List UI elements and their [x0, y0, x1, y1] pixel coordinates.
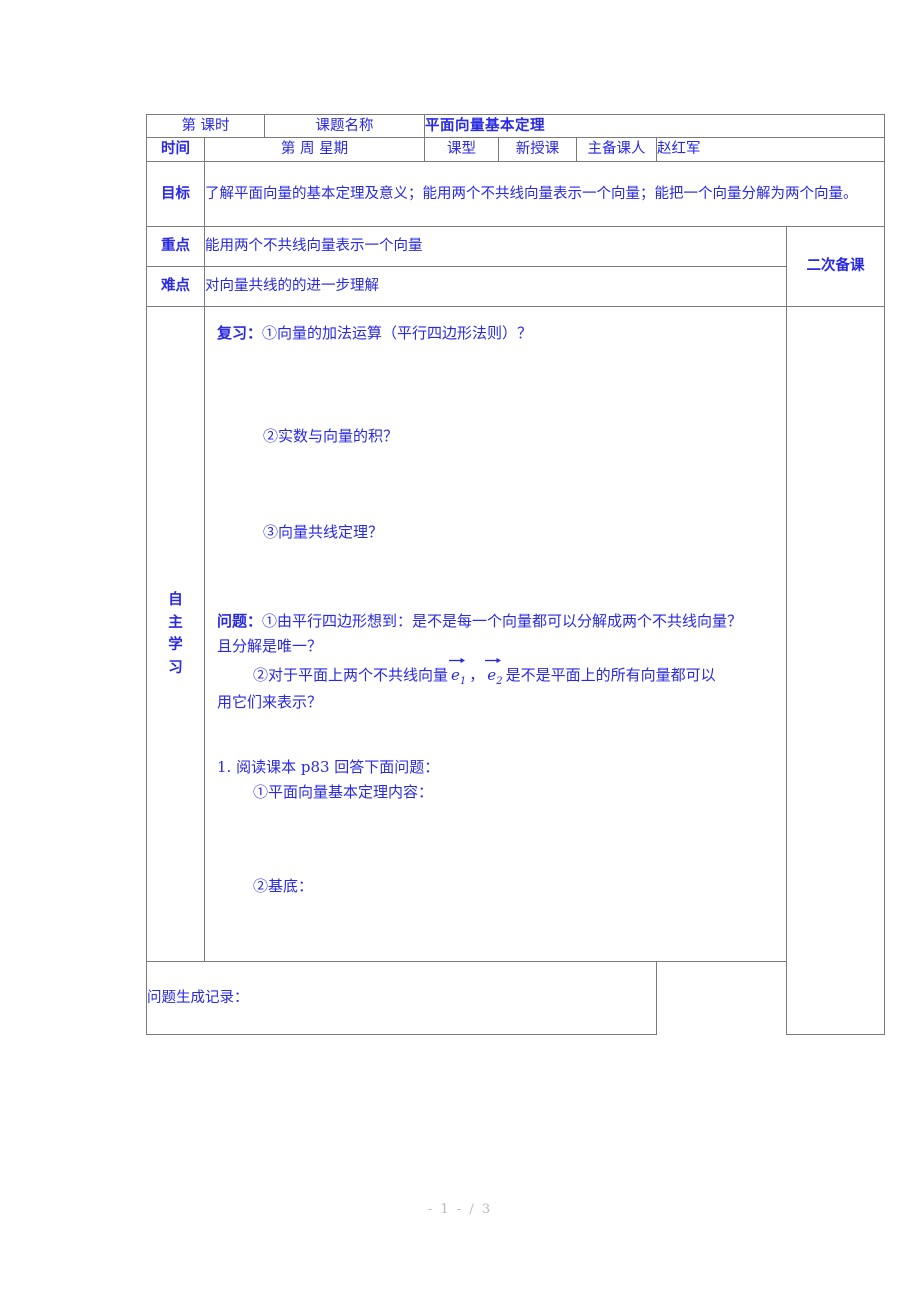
review-item-3: ③向量共线定理？ [263, 523, 384, 542]
key-point-label: 重点 [146, 225, 205, 267]
page-title: 平面向量基本定理 [424, 113, 886, 139]
spacer-reading [217, 804, 776, 874]
table-row-keypoint: 重点 能用两个不共线向量表示一个向量 二次备课 [146, 225, 886, 307]
review-item-1: ①向量的加法运算（平行四边形法则）？ [262, 323, 533, 342]
vector-e1-sub: 1 [459, 675, 467, 687]
document-page: 第 课时 课题名称 平面向量基本定理 时间 第 周 星期 课型 新授课 主备课人… [0, 0, 920, 1302]
side-char-1: 自 [168, 591, 183, 609]
table-row-record: 问题生成记录： [145, 961, 885, 1036]
self-study-content: 复习：①向量的加法运算（平行四边形法则）？ ②实数与向量的积？ ③向量共线定理？… [203, 305, 788, 963]
spacer-questions [217, 715, 776, 755]
self-study-body: 复习：①向量的加法运算（平行四边形法则）？ ②实数与向量的积？ ③向量共线定理？… [205, 307, 786, 961]
preparer-value: 赵红军 [656, 137, 886, 162]
key-point-text: 能用两个不共线向量表示一个向量 [203, 225, 788, 267]
lesson-plan-table: 第 课时 课题名称 平面向量基本定理 时间 第 周 星期 课型 新授课 主备课人… [145, 113, 886, 1036]
reading-lead: 1. 阅读课本 p83 回答下面问题： [217, 757, 440, 776]
review-item-2: ②实数与向量的积？ [263, 426, 399, 445]
week-day-label: 第 周 星期 [203, 137, 426, 162]
preparer-label: 主备课人 [576, 137, 658, 162]
reading-item-2: ②基底： [253, 877, 314, 896]
review-lead: 复习： [217, 323, 263, 342]
question-2-line-2: 用它们来表示？ [217, 693, 323, 712]
class-type-value: 新授课 [498, 137, 578, 162]
question-1-line-1: ①由平行四边形想到：是不是每一个向量都可以分解成两个不共线向量？ [262, 612, 743, 631]
vector-e2-sub: 2 [496, 675, 503, 687]
record-label: 问题生成记录： [145, 961, 658, 1036]
question-2-prefix: ②对于平面上两个不共线向量 [253, 665, 449, 684]
second-prep-label: 二次备课 [786, 225, 886, 307]
spacer-review-2 [217, 448, 776, 520]
difficulty-text: 对向量共线的的进一步理解 [203, 265, 788, 307]
side-char-3: 学 [168, 636, 183, 654]
question-2-suffix: 是不是平面上的所有向量都可以 [505, 665, 716, 684]
goal-text: 了解平面向量的基本定理及意义；能用两个不共线向量表示一个向量；能把一个向量分解为… [203, 160, 886, 227]
period-label: 第 课时 [145, 113, 266, 139]
question-1-line-2: 且分解是唯一？ [217, 636, 323, 655]
sidebar-label-self-study: 自 主 学 习 [146, 305, 205, 963]
spacer-review-1 [217, 346, 776, 424]
time-label: 时间 [146, 137, 205, 162]
difficulty-label: 难点 [146, 265, 205, 307]
table-row-course-title: 第 课时 课题名称 平面向量基本定理 [145, 113, 886, 139]
table-row-self-study: 自 主 学 习 复习：①向量的加法运算（平行四边形法则）？ ②实数与向量的积？ … [146, 305, 886, 1036]
vector-e2: e2 [485, 657, 504, 691]
side-char-4: 习 [168, 658, 183, 676]
questions-lead: 问题： [217, 612, 263, 631]
vector-e1-letter: e [451, 665, 460, 684]
spacer-review-3 [217, 545, 776, 609]
spacer-bottom [217, 899, 776, 951]
questions-block: 问题：①由平行四边形想到：是不是每一个向量都可以分解成两个不共线向量？ [217, 609, 776, 634]
vector-e1: e1 [449, 657, 468, 691]
question-2-line-1: ②对于平面上两个不共线向量 e1， e2 是不是平面上的所有向量都可以 [217, 657, 776, 691]
side-char-2: 主 [168, 613, 183, 631]
reading-item-1: ①平面向量基本定理内容： [253, 782, 434, 801]
review-block: 复习：①向量的加法运算（平行四边形法则）？ [217, 321, 776, 346]
table-row-goal: 目标 了解平面向量的基本定理及意义；能用两个不共线向量表示一个向量；能把一个向量… [146, 160, 886, 227]
table-row-difficulty: 难点 对向量共线的的进一步理解 [146, 265, 885, 307]
class-type-label: 课型 [424, 137, 500, 162]
second-prep-column [786, 305, 886, 1036]
question-2-separator: ， [469, 665, 485, 684]
goal-label: 目标 [146, 160, 205, 227]
vector-e2-letter: e [487, 665, 497, 684]
page-footer: - 1 - / 3 [427, 1202, 493, 1217]
table-row-meta: 时间 第 周 星期 课型 新授课 主备课人 赵红军 [146, 137, 886, 162]
topic-name-label: 课题名称 [264, 113, 426, 139]
